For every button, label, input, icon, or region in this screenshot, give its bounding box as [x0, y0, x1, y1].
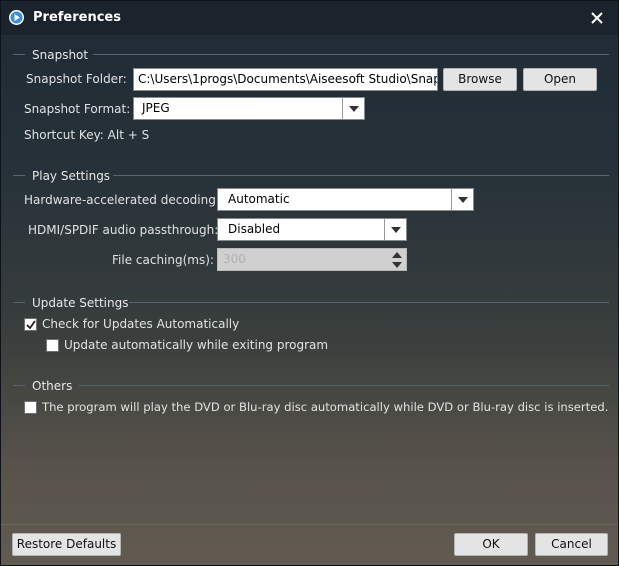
- file-caching-stepper[interactable]: 300: [217, 248, 407, 271]
- hdmi-passthrough-label: HDMI/SPDIF audio passthrough:: [28, 223, 219, 237]
- chevron-down-icon: [391, 227, 401, 233]
- check-updates-checkbox[interactable]: [24, 318, 37, 331]
- title-bar: Preferences: [1, 1, 618, 35]
- section-divider: [129, 302, 609, 303]
- file-caching-label: File caching(ms):: [112, 253, 214, 267]
- spin-arrows-icon[interactable]: [391, 251, 403, 269]
- cancel-button[interactable]: Cancel: [535, 533, 608, 556]
- snapshot-format-select[interactable]: JPEG: [133, 97, 365, 120]
- disc-autoplay-label[interactable]: The program will play the DVD or Blu-ray…: [42, 400, 608, 414]
- snapshot-folder-input[interactable]: C:\Users\1progs\Documents\Aiseesoft Stud…: [133, 68, 438, 91]
- update-on-exit-label[interactable]: Update automatically while exiting progr…: [64, 338, 328, 352]
- hw-decoding-value: Automatic: [228, 192, 290, 206]
- window-title: Preferences: [33, 10, 121, 25]
- dropdown-button[interactable]: [342, 98, 364, 119]
- shortcut-key-label: Shortcut Key: Alt + S: [24, 128, 150, 142]
- others-section-title: Others: [32, 379, 73, 393]
- section-divider: [13, 385, 25, 386]
- snapshot-folder-label: Snapshot Folder:: [26, 72, 127, 86]
- snapshot-format-value: JPEG: [142, 101, 170, 115]
- check-updates-label[interactable]: Check for Updates Automatically: [42, 317, 239, 331]
- play-settings-section-title: Play Settings: [32, 169, 111, 183]
- section-divider: [13, 175, 25, 176]
- section-divider: [79, 385, 609, 386]
- chevron-down-icon: [349, 106, 359, 112]
- hw-decoding-label: Hardware-accelerated decoding:: [24, 193, 220, 207]
- update-settings-section-title: Update Settings: [32, 296, 129, 310]
- snapshot-format-label: Snapshot Format:: [24, 102, 131, 116]
- dropdown-button[interactable]: [384, 219, 406, 240]
- section-divider: [93, 54, 609, 55]
- file-caching-value: 300: [223, 252, 246, 266]
- restore-defaults-button[interactable]: Restore Defaults: [12, 533, 121, 556]
- dropdown-button[interactable]: [451, 189, 473, 210]
- chevron-down-icon: [458, 197, 468, 203]
- close-icon[interactable]: [588, 9, 606, 27]
- disc-autoplay-checkbox[interactable]: [24, 401, 37, 414]
- browse-button[interactable]: Browse: [443, 68, 517, 91]
- section-divider: [113, 175, 609, 176]
- section-divider: [13, 302, 25, 303]
- snapshot-section-title: Snapshot: [32, 48, 89, 62]
- ok-button[interactable]: OK: [454, 533, 528, 556]
- checkmark-icon: [26, 320, 36, 330]
- section-divider: [13, 54, 25, 55]
- open-button[interactable]: Open: [523, 68, 597, 91]
- play-circle-icon: [9, 10, 24, 25]
- hdmi-passthrough-value: Disabled: [228, 222, 281, 236]
- hw-decoding-select[interactable]: Automatic: [217, 188, 474, 211]
- hdmi-passthrough-select[interactable]: Disabled: [217, 218, 407, 241]
- update-on-exit-checkbox[interactable]: [46, 339, 59, 352]
